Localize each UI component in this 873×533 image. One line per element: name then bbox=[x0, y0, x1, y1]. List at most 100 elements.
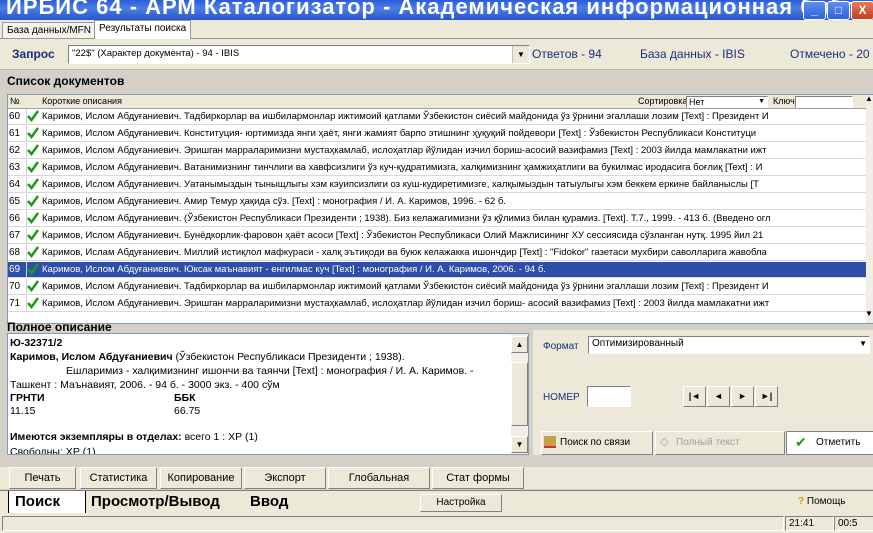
tab-database-mfn[interactable]: База данных/MFN bbox=[2, 22, 97, 38]
tab-bar: База данных/MFN Результаты поиска bbox=[0, 20, 873, 39]
key-label: Ключ bbox=[773, 96, 795, 106]
row-number: 68 bbox=[8, 245, 27, 260]
scroll-down-icon[interactable]: ▼ bbox=[511, 436, 528, 453]
checkmark-icon[interactable] bbox=[27, 161, 40, 174]
bottom-tab-bar: Поиск Просмотр/Вывод Ввод Настройка ? По… bbox=[0, 490, 873, 514]
export-button[interactable]: Экспорт bbox=[244, 467, 326, 489]
list-item[interactable]: 64 Каримов, Ислом Абдуғаниевич. Уатанымыз… bbox=[8, 177, 866, 193]
window-title: ИРБИС 64 - АРМ Каталогизатор - Академиче… bbox=[6, 0, 873, 19]
scroll-up-icon[interactable]: ▲ bbox=[511, 336, 528, 353]
row-description: Каримов, Ислом Абдуғаниевич. Конституция… bbox=[42, 128, 757, 139]
copies-label: Имеются экземпляры в отделах: bbox=[10, 431, 182, 443]
status-elapsed: 00:5 bbox=[834, 516, 873, 531]
list-item[interactable]: 71 Каримов, Ислом Абдуғаниевич. Эришган м… bbox=[8, 296, 866, 312]
row-number: 70 bbox=[8, 279, 27, 294]
settings-button[interactable]: Настройка bbox=[420, 494, 502, 512]
list-item[interactable]: 60 Каримов, Ислом Абдуғаниевич. Тадбиркор… bbox=[8, 109, 866, 125]
checkmark-icon[interactable] bbox=[27, 195, 40, 208]
global-button[interactable]: Глобальная bbox=[328, 467, 430, 489]
close-button[interactable]: X bbox=[851, 1, 873, 20]
full-text-button[interactable]: ◇ Полный текст bbox=[655, 431, 785, 455]
row-description: Каримов, Ислом Абдуғаниевич. Эришган мар… bbox=[42, 298, 770, 309]
database-label: База данных - IBIS bbox=[640, 47, 745, 61]
list-item[interactable]: 68 Каримов, Ислам Абдуғаниевич. Миллий ис… bbox=[8, 245, 866, 261]
query-select[interactable]: "22$" (Характер документа) - 94 - IBIS ▼ bbox=[68, 45, 530, 64]
mark-button[interactable]: ✔ Отметить bbox=[786, 431, 873, 455]
row-description: Каримов, Ислом Абдуғаниевич. Амир Темур … bbox=[42, 196, 506, 207]
row-number: 67 bbox=[8, 228, 27, 243]
key-input[interactable] bbox=[795, 96, 853, 108]
bbk-value: 66.75 bbox=[174, 405, 201, 417]
sort-select[interactable]: Нет ▼ bbox=[686, 96, 768, 108]
copy-button[interactable]: Копирование bbox=[160, 467, 242, 489]
checkmark-icon[interactable] bbox=[27, 144, 40, 157]
list-item[interactable]: 63 Каримов, Ислом Абдуғаниевич. Ватанимиз… bbox=[8, 160, 866, 176]
list-item[interactable]: 65 Каримов, Ислом Абдуғаниевич. Амир Тему… bbox=[8, 194, 866, 210]
row-number: 69 bbox=[8, 262, 27, 277]
row-description: Каримов, Ислом Абдуғаниевич. Ватанимизни… bbox=[42, 162, 763, 173]
grnti-label: ГРНТИ bbox=[10, 392, 45, 404]
next-record-button[interactable]: ► bbox=[731, 386, 754, 407]
sort-value: Нет bbox=[689, 97, 705, 107]
tab-search-results[interactable]: Результаты поиска bbox=[94, 20, 192, 39]
checkmark-icon[interactable] bbox=[27, 127, 40, 140]
row-description: Каримов, Ислом Абдуғаниевич. Юксак маъна… bbox=[42, 264, 546, 275]
row-description: Каримов, Ислом Абдуғаниевич. Тадбиркорла… bbox=[42, 111, 769, 122]
scroll-up-icon[interactable]: ▲ bbox=[865, 95, 873, 103]
grnti-value: 11.15 bbox=[10, 405, 36, 417]
nomer-input[interactable] bbox=[587, 386, 631, 407]
checkmark-icon[interactable] bbox=[27, 229, 40, 242]
marked-count: Отмечено - 20 bbox=[790, 47, 870, 61]
list-scrollbar[interactable]: ▲ ▼ bbox=[865, 95, 873, 323]
format-value: Оптимизированный bbox=[592, 338, 684, 349]
checkmark-icon[interactable] bbox=[27, 110, 40, 123]
checkmark-icon[interactable] bbox=[27, 297, 40, 310]
tab-search[interactable]: Поиск bbox=[8, 491, 86, 514]
chevron-down-icon[interactable]: ▼ bbox=[512, 46, 529, 63]
list-item[interactable]: 67 Каримов, Ислом Абдуғаниевич. Бунёдкорл… bbox=[8, 228, 866, 244]
checkmark-icon[interactable] bbox=[27, 212, 40, 225]
tab-input[interactable]: Ввод bbox=[250, 491, 288, 513]
statistics-button[interactable]: Статистика bbox=[80, 467, 157, 489]
status-time: 21:41 bbox=[785, 516, 834, 531]
link-search-icon bbox=[544, 436, 556, 448]
sort-chevron-icon[interactable]: ▼ bbox=[758, 97, 765, 107]
list-item[interactable]: 66 Каримов, Ислом Абдуғаниевич. (Ўзбекист… bbox=[8, 211, 866, 227]
checkmark-icon[interactable] bbox=[27, 178, 40, 191]
list-header: № Короткие описания Сортировка Нет ▼ Клю… bbox=[8, 95, 866, 109]
print-button[interactable]: Печать bbox=[9, 467, 76, 489]
format-label: Формат bbox=[543, 341, 579, 352]
action-bar: Печать Статистика Копирование Экспорт Гл… bbox=[0, 467, 873, 489]
list-item[interactable]: 70 Каримов, Ислом Абдуғаниевич. Тадбиркор… bbox=[8, 279, 866, 295]
format-select[interactable]: Оптимизированный ▼ bbox=[588, 336, 870, 354]
full-text-icon: ◇ bbox=[660, 436, 669, 448]
checkmark-icon[interactable] bbox=[27, 280, 40, 293]
list-item[interactable]: 62 Каримов, Ислом Абдуғаниевич. Эришган м… bbox=[8, 143, 866, 159]
last-record-button[interactable]: ►| bbox=[755, 386, 778, 407]
scroll-down-icon[interactable]: ▼ bbox=[865, 309, 873, 318]
checkmark-icon[interactable] bbox=[27, 246, 40, 259]
full-description-box[interactable]: Ю-32371/2 Каримов, Ислом Абдуғаниевич (Ў… bbox=[7, 333, 529, 455]
copies-line: Имеются экземпляры в отделах: всего 1 : … bbox=[10, 431, 258, 443]
first-record-button[interactable]: |◄ bbox=[683, 386, 706, 407]
checkmark-icon[interactable] bbox=[27, 263, 40, 276]
chevron-down-icon[interactable]: ▼ bbox=[859, 339, 867, 348]
query-value: "22$" (Характер документа) - 94 - IBIS bbox=[72, 48, 240, 59]
prev-record-button[interactable]: ◄ bbox=[707, 386, 730, 407]
list-item[interactable]: 69 Каримов, Ислом Абдуғаниевич. Юксак маъ… bbox=[8, 262, 866, 278]
answers-count: Ответов - 94 bbox=[532, 47, 602, 61]
link-search-label: Поиск по связи bbox=[560, 437, 631, 448]
maximize-button[interactable]: □ bbox=[827, 1, 850, 20]
row-description: Каримов, Ислом Абдуғаниевич. (Ўзбекистон… bbox=[42, 213, 771, 224]
link-search-button[interactable]: Поиск по связи bbox=[541, 431, 653, 455]
scroll-thumb[interactable] bbox=[511, 362, 528, 426]
document-list[interactable]: № Короткие описания Сортировка Нет ▼ Клю… bbox=[7, 94, 873, 324]
full-desc-scrollbar[interactable]: ▲ ▼ bbox=[511, 334, 528, 454]
stat-forms-button[interactable]: Стат формы bbox=[432, 467, 524, 489]
status-main bbox=[2, 516, 784, 531]
help-button[interactable]: ? Помощь bbox=[798, 496, 846, 507]
minimize-button[interactable]: _ bbox=[803, 1, 826, 20]
tab-view-output[interactable]: Просмотр/Вывод bbox=[91, 491, 220, 513]
row-description: Каримов, Ислам Абдуғаниевич. Миллий исти… bbox=[42, 247, 767, 258]
list-item[interactable]: 61 Каримов, Ислом Абдуғаниевич. Конституц… bbox=[8, 126, 866, 142]
